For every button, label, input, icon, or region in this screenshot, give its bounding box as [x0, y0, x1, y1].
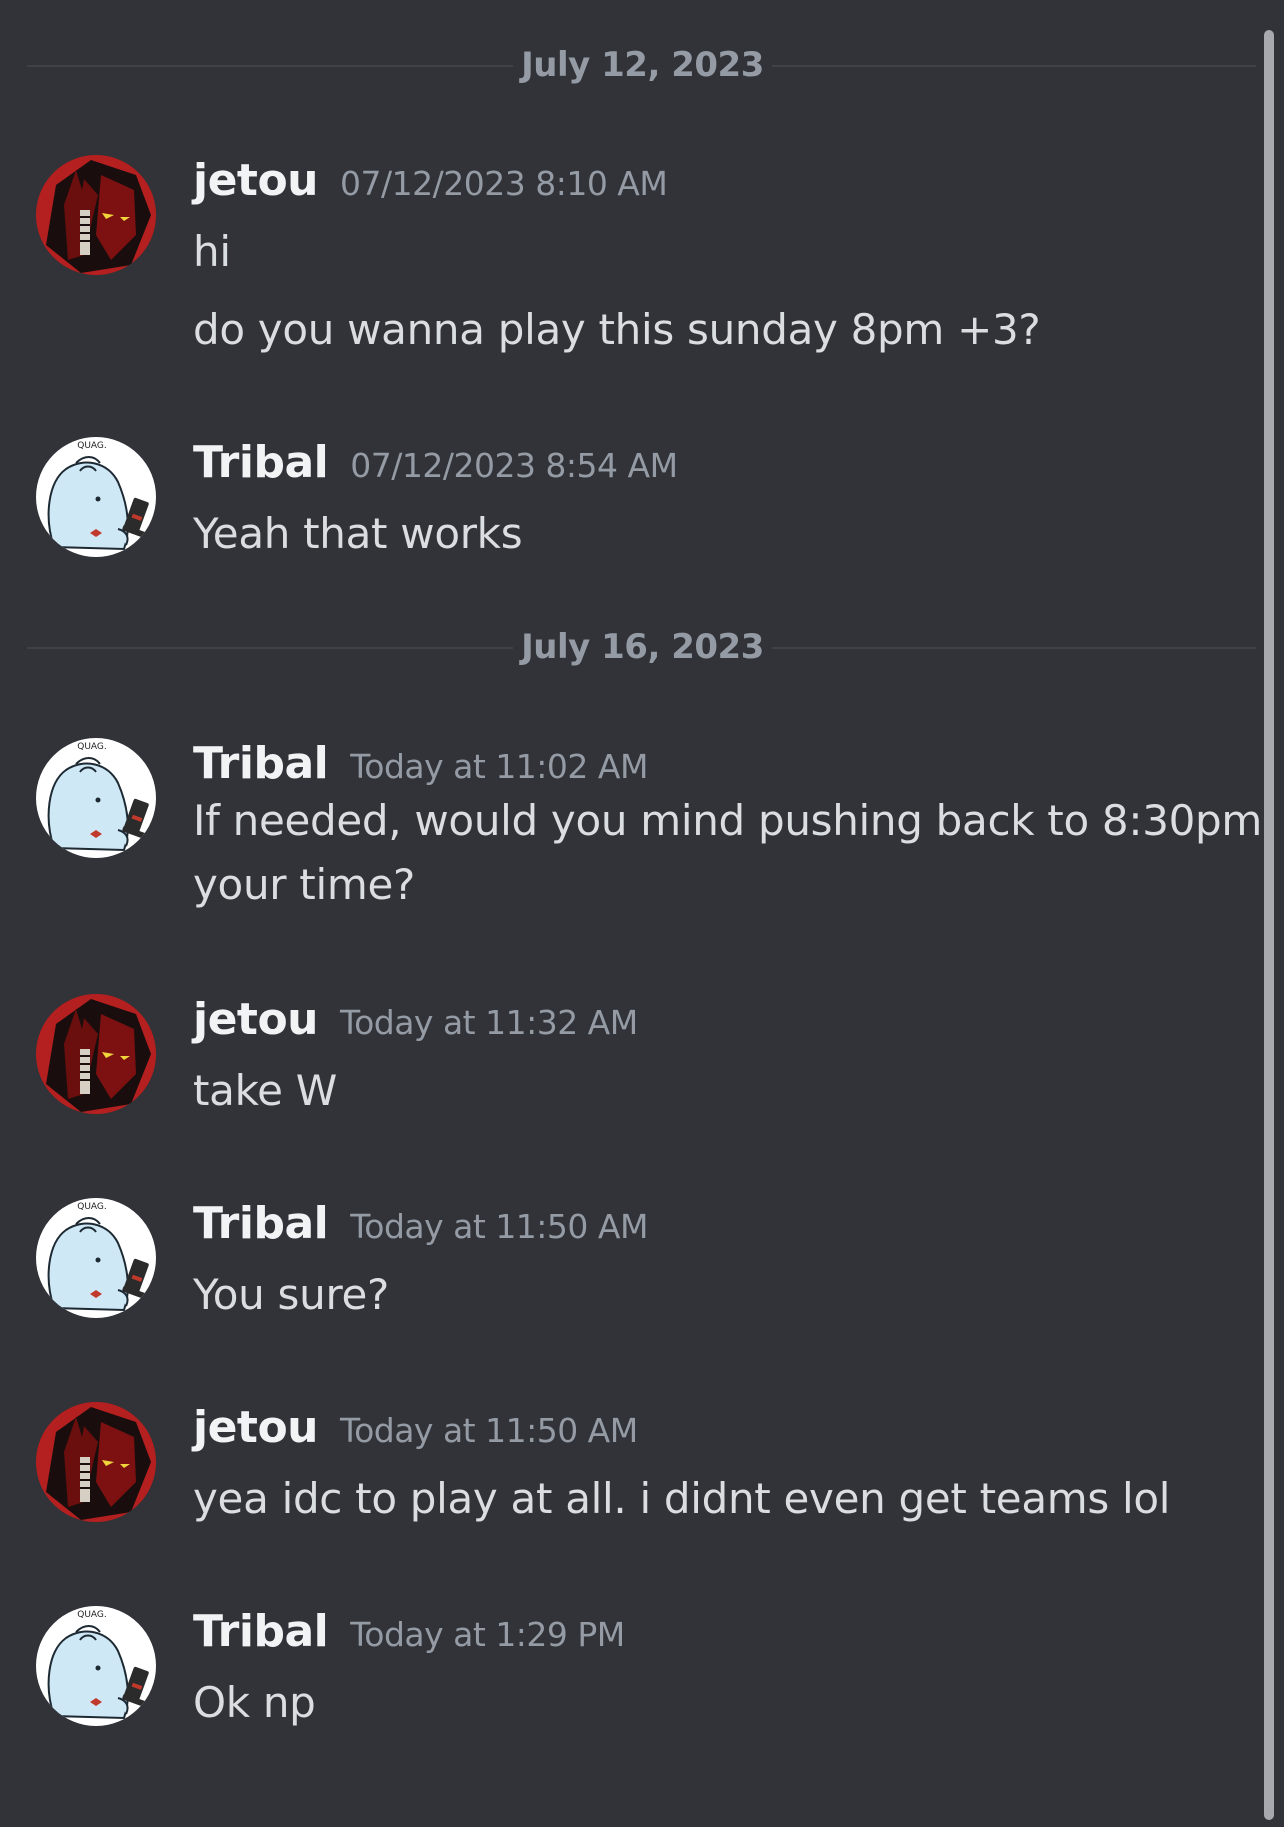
user-avatar-red-demon-icon[interactable]	[36, 155, 156, 275]
message-timestamp: 07/12/2023 8:54 AM	[350, 446, 678, 485]
username[interactable]: Tribal	[193, 738, 329, 789]
message-timestamp: Today at 11:50 AM	[340, 1411, 638, 1450]
message-timestamp: Today at 11:32 AM	[340, 1003, 638, 1042]
message-header: jetou 07/12/2023 8:10 AM	[193, 155, 668, 211]
message-group[interactable]: QUAG. Tribal Today at 11:02 AM If needed,…	[0, 738, 1262, 918]
divider-line	[772, 65, 1256, 67]
scrollbar[interactable]	[1264, 30, 1274, 1820]
message-header: jetou Today at 11:32 AM	[193, 994, 638, 1050]
user-avatar-blue-creature-icon[interactable]: QUAG.	[36, 437, 156, 557]
message-group[interactable]: QUAG. Tribal Today at 1:29 PM Ok np	[0, 1606, 1250, 1736]
svg-text:QUAG.: QUAG.	[77, 441, 107, 451]
message-text: yea idc to play at all. i didnt even get…	[193, 1474, 1171, 1523]
message-group[interactable]: jetou Today at 11:50 AM yea idc to play a…	[0, 1402, 1250, 1532]
svg-text:QUAG.: QUAG.	[77, 1610, 107, 1620]
divider-line	[27, 647, 513, 649]
username[interactable]: jetou	[193, 994, 319, 1045]
user-avatar-blue-creature-icon[interactable]: QUAG.	[36, 1606, 156, 1726]
message-group[interactable]: jetou 07/12/2023 8:10 AM hi do you wanna …	[0, 155, 1250, 365]
message-group[interactable]: QUAG. Tribal Today at 11:50 AM You sure?	[0, 1198, 1250, 1328]
date-divider: July 16, 2023	[27, 627, 1256, 667]
message-text: If needed, would you mind pushing back t…	[193, 796, 1263, 845]
message-timestamp: Today at 11:02 AM	[350, 747, 648, 786]
message-text: Yeah that works	[193, 509, 523, 558]
date-divider: July 12, 2023	[27, 45, 1256, 85]
message-header: Tribal 07/12/2023 8:54 AM	[193, 437, 678, 493]
user-avatar-red-demon-icon[interactable]	[36, 1402, 156, 1522]
user-avatar-blue-creature-icon[interactable]: QUAG.	[36, 738, 156, 858]
message-header: Tribal Today at 1:29 PM	[193, 1606, 625, 1662]
svg-text:QUAG.: QUAG.	[77, 742, 107, 752]
message-group[interactable]: QUAG. Tribal 07/12/2023 8:54 AM Yeah that…	[0, 437, 1250, 567]
username[interactable]: jetou	[193, 155, 319, 206]
message-header: jetou Today at 11:50 AM	[193, 1402, 638, 1458]
message-header: Tribal Today at 11:50 AM	[193, 1198, 648, 1254]
message-header: Tribal Today at 11:02 AM	[193, 738, 648, 794]
message-group[interactable]: jetou Today at 11:32 AM take W	[0, 994, 1250, 1124]
username[interactable]: Tribal	[193, 1198, 329, 1249]
message-text: your time?	[193, 860, 415, 909]
message-text: Ok np	[193, 1678, 316, 1727]
message-timestamp: Today at 11:50 AM	[350, 1207, 648, 1246]
user-avatar-red-demon-icon[interactable]	[36, 994, 156, 1114]
username[interactable]: jetou	[193, 1402, 319, 1453]
message-text: take W	[193, 1066, 337, 1115]
username[interactable]: Tribal	[193, 1606, 329, 1657]
message-text: You sure?	[193, 1270, 390, 1319]
user-avatar-blue-creature-icon[interactable]: QUAG.	[36, 1198, 156, 1318]
divider-line	[27, 65, 513, 67]
divider-date: July 12, 2023	[521, 45, 764, 85]
message-timestamp: Today at 1:29 PM	[350, 1615, 625, 1654]
message-text: hi	[193, 227, 231, 276]
username[interactable]: Tribal	[193, 437, 329, 488]
message-text: do you wanna play this sunday 8pm +3?	[193, 305, 1041, 354]
divider-line	[772, 647, 1256, 649]
message-timestamp: 07/12/2023 8:10 AM	[340, 164, 668, 203]
divider-date: July 16, 2023	[521, 627, 764, 667]
svg-text:QUAG.: QUAG.	[77, 1202, 107, 1212]
